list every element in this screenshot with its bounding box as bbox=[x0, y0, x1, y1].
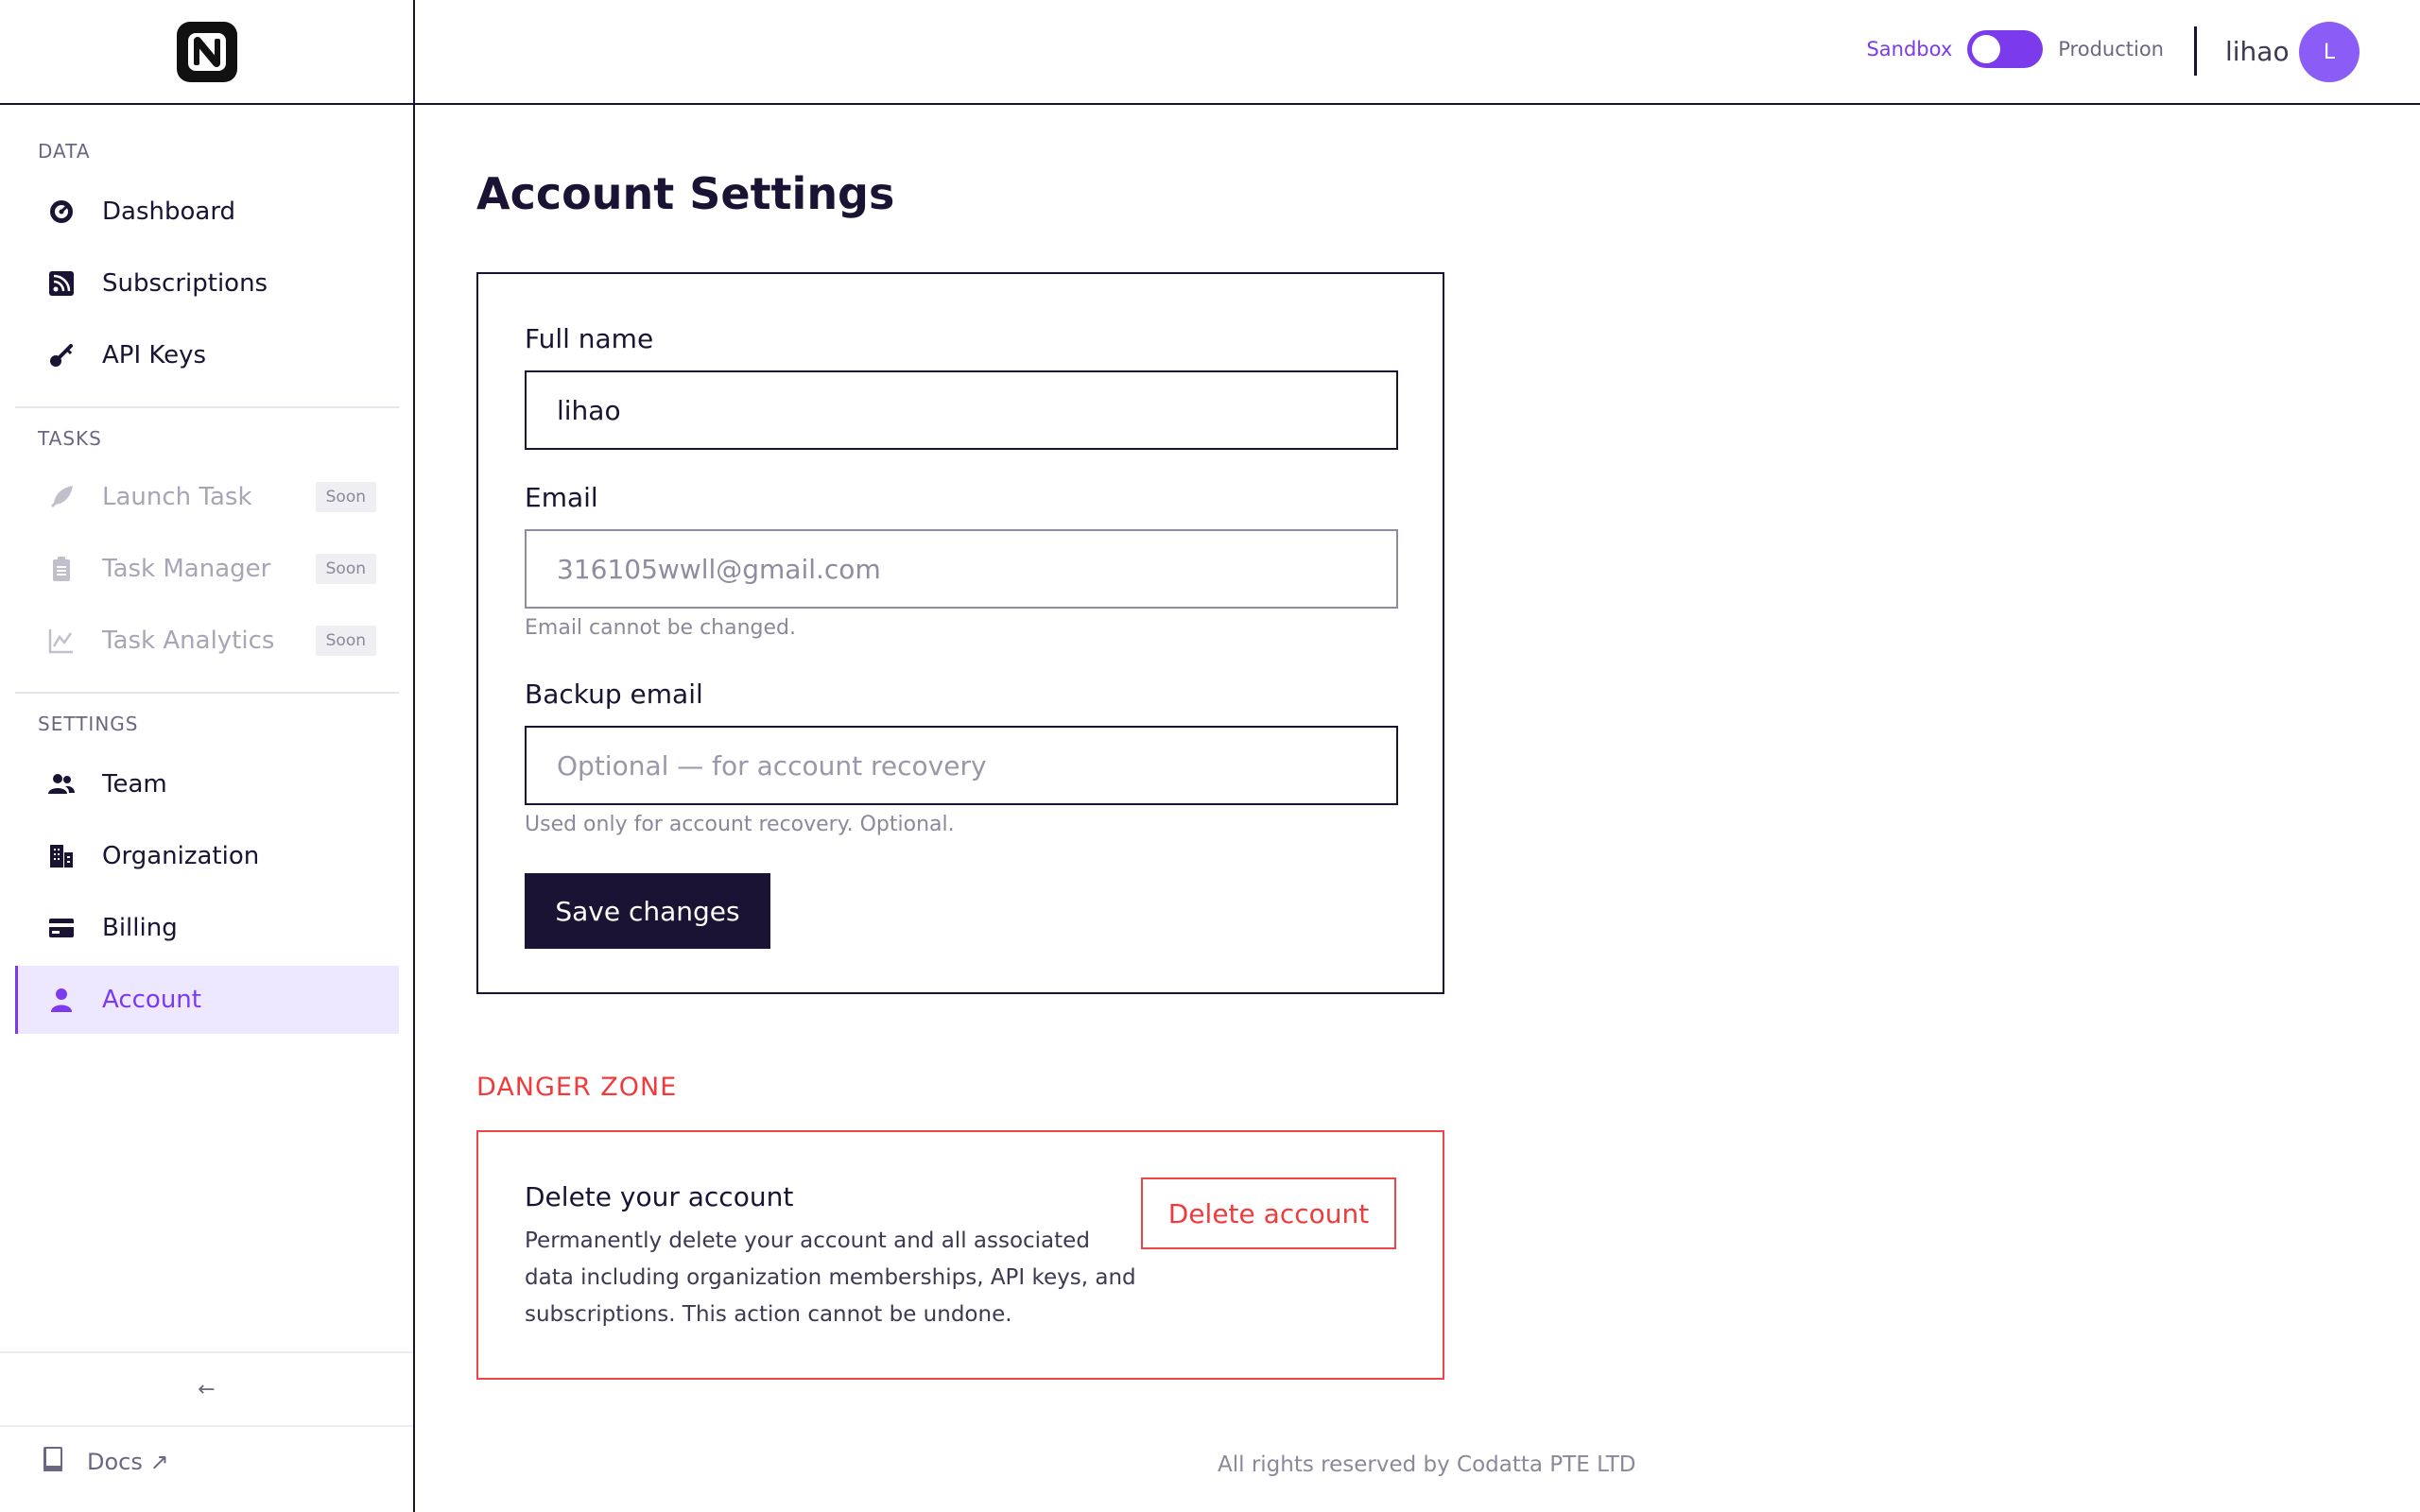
toggle-knob bbox=[1972, 35, 2001, 63]
env-sandbox-label[interactable]: Sandbox bbox=[1866, 38, 1952, 60]
key-icon bbox=[47, 341, 76, 369]
sidebar-item-team[interactable]: Team bbox=[15, 750, 399, 818]
email-input bbox=[525, 529, 1398, 609]
sidebar-divider bbox=[15, 406, 399, 408]
sidebar-item-label: Subscriptions bbox=[102, 269, 268, 298]
sidebar-item-label: Dashboard bbox=[102, 198, 236, 226]
sidebar-item-label: Organization bbox=[102, 842, 260, 870]
sidebar-item-billing[interactable]: Billing bbox=[15, 894, 399, 962]
sidebar-item-api-keys[interactable]: API Keys bbox=[15, 321, 399, 389]
sidebar-item-organization[interactable]: Organization bbox=[15, 822, 399, 890]
header-username[interactable]: lihao bbox=[2225, 36, 2290, 67]
sidebar-divider bbox=[15, 692, 399, 694]
delete-account-description: Permanently delete your account and all … bbox=[525, 1228, 1136, 1327]
building-icon bbox=[47, 842, 76, 870]
docs-label: Docs ↗ bbox=[87, 1449, 169, 1475]
backup-email-help-text: Used only for account recovery. Optional… bbox=[525, 813, 955, 836]
users-icon bbox=[47, 770, 76, 799]
logo-area bbox=[0, 0, 413, 105]
full-name-label: Full name bbox=[525, 323, 654, 354]
avatar[interactable]: L bbox=[2299, 22, 2360, 82]
soon-badge: Soon bbox=[315, 482, 376, 512]
sidebar-item-task-analytics: Task Analytics Soon bbox=[15, 607, 399, 675]
env-production-label[interactable]: Production bbox=[2058, 38, 2164, 60]
page-title: Account Settings bbox=[476, 168, 895, 219]
header-divider bbox=[2194, 26, 2197, 76]
account-form-card: Full name Email Email cannot be changed.… bbox=[476, 272, 1444, 994]
email-help-text: Email cannot be changed. bbox=[525, 616, 796, 640]
app-root: DATA Dashboard Subscriptions API Keys TA… bbox=[0, 0, 2420, 1512]
sidebar-item-label: Launch Task bbox=[102, 483, 252, 511]
chart-icon bbox=[47, 627, 76, 655]
full-name-input[interactable] bbox=[525, 370, 1398, 450]
sidebar-item-subscriptions[interactable]: Subscriptions bbox=[15, 249, 399, 318]
section-label-settings: SETTINGS bbox=[38, 713, 139, 735]
clipboard-icon bbox=[47, 555, 76, 583]
sidebar-item-label: Task Analytics bbox=[102, 627, 275, 655]
environment-switch: Sandbox Production bbox=[1866, 30, 2164, 68]
sidebar: DATA Dashboard Subscriptions API Keys TA… bbox=[0, 0, 415, 1512]
app-logo-icon[interactable] bbox=[176, 21, 237, 82]
sidebar-item-account[interactable]: Account bbox=[15, 966, 399, 1034]
backup-email-label: Backup email bbox=[525, 679, 703, 710]
delete-account-button[interactable]: Delete account bbox=[1141, 1177, 1396, 1249]
top-bar: Sandbox Production lihao L bbox=[415, 0, 2420, 105]
soon-badge: Soon bbox=[315, 554, 376, 584]
rss-icon bbox=[47, 269, 76, 298]
danger-zone-card: Delete your account Permanently delete y… bbox=[476, 1130, 1444, 1380]
sidebar-item-label: Billing bbox=[102, 914, 178, 942]
soon-badge: Soon bbox=[315, 626, 376, 656]
collapse-sidebar-button[interactable]: ← bbox=[0, 1351, 413, 1427]
sidebar-item-label: Team bbox=[102, 770, 167, 799]
sidebar-item-label: Task Manager bbox=[102, 555, 271, 583]
danger-zone-heading: DANGER ZONE bbox=[476, 1073, 678, 1102]
arrow-left-icon: ← bbox=[198, 1377, 216, 1401]
footer-copyright: All rights reserved by Codatta PTE LTD bbox=[1218, 1452, 1636, 1477]
sidebar-item-task-manager: Task Manager Soon bbox=[15, 535, 399, 603]
docs-link[interactable]: Docs ↗ bbox=[42, 1446, 169, 1478]
backup-email-input[interactable] bbox=[525, 726, 1398, 805]
delete-account-title: Delete your account bbox=[525, 1181, 794, 1212]
user-icon bbox=[47, 986, 76, 1014]
gauge-icon bbox=[47, 198, 76, 226]
rocket-icon bbox=[47, 483, 76, 511]
sidebar-item-launch-task: Launch Task Soon bbox=[15, 463, 399, 531]
email-label: Email bbox=[525, 482, 598, 513]
sidebar-item-dashboard[interactable]: Dashboard bbox=[15, 178, 399, 246]
book-icon bbox=[42, 1446, 64, 1478]
save-changes-button[interactable]: Save changes bbox=[525, 873, 770, 949]
section-label-tasks: TASKS bbox=[38, 427, 102, 450]
environment-toggle[interactable] bbox=[1967, 30, 2044, 68]
sidebar-item-label: Account bbox=[102, 986, 201, 1014]
section-label-data: DATA bbox=[38, 140, 91, 163]
card-icon bbox=[47, 914, 76, 942]
sidebar-item-label: API Keys bbox=[102, 341, 207, 369]
